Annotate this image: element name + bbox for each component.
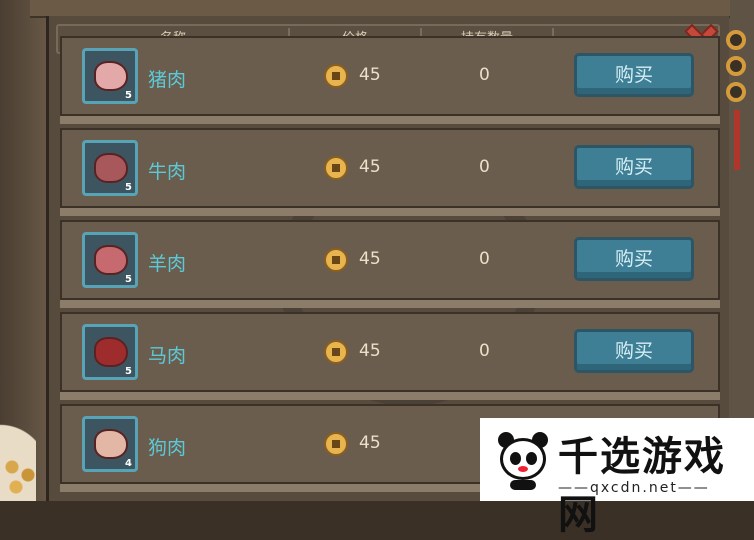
mutton-icon — [94, 245, 128, 275]
coin-pile-decoration — [0, 455, 40, 501]
shop-row-mutton: 5 羊肉 45 0 购买 — [60, 220, 720, 308]
item-stack-count: 5 — [125, 366, 132, 377]
copper-coin-icon — [324, 340, 348, 364]
item-icon-slot[interactable]: 5 — [82, 324, 138, 380]
red-tassel-decoration — [734, 110, 740, 170]
item-owned-count: 0 — [479, 157, 490, 177]
buy-button[interactable]: 购买 — [574, 53, 694, 97]
copper-coin-icon — [324, 64, 348, 88]
shop-row-horse-meat: 5 马肉 45 0 购买 — [60, 312, 720, 400]
item-icon-slot[interactable]: 4 — [82, 416, 138, 472]
item-owned-count: 0 — [479, 341, 490, 361]
item-name: 猪肉 — [148, 69, 187, 91]
panda-logo-icon — [494, 426, 552, 490]
item-stack-count: 4 — [125, 458, 132, 469]
item-stack-count: 5 — [125, 182, 132, 193]
item-name: 狗肉 — [148, 437, 187, 459]
item-name: 马肉 — [148, 345, 187, 367]
item-icon-slot[interactable]: 5 — [82, 232, 138, 288]
item-price: 45 — [359, 341, 381, 361]
item-price: 45 — [359, 65, 381, 85]
dog-meat-icon — [94, 429, 128, 459]
item-icon-slot[interactable]: 5 — [82, 48, 138, 104]
copper-coin-icon — [324, 432, 348, 456]
item-owned-count: 0 — [479, 65, 490, 85]
item-owned-count: 0 — [479, 249, 490, 269]
beef-icon — [94, 153, 128, 183]
item-price: 45 — [359, 157, 381, 177]
item-icon-slot[interactable]: 5 — [82, 140, 138, 196]
item-price: 45 — [359, 249, 381, 269]
horse-meat-icon — [94, 337, 128, 367]
shop-row-beef: 5 牛肉 45 0 购买 — [60, 128, 720, 216]
item-name: 牛肉 — [148, 161, 187, 183]
buy-button[interactable]: 购买 — [574, 145, 694, 189]
item-price: 45 — [359, 433, 381, 453]
item-stack-count: 5 — [125, 90, 132, 101]
shop-row-pork: 5 猪肉 45 0 购买 — [60, 36, 720, 124]
pork-icon — [94, 61, 128, 91]
site-watermark: 千选游戏网 ——qxcdn.net—— — [480, 418, 754, 538]
buy-button[interactable]: 购买 — [574, 237, 694, 281]
buy-button[interactable]: 购买 — [574, 329, 694, 373]
watermark-url: ——qxcdn.net—— — [558, 480, 710, 496]
item-name: 羊肉 — [148, 253, 187, 275]
item-stack-count: 5 — [125, 274, 132, 285]
hanging-chain-decoration — [724, 30, 752, 110]
copper-coin-icon — [324, 248, 348, 272]
copper-coin-icon — [324, 156, 348, 180]
